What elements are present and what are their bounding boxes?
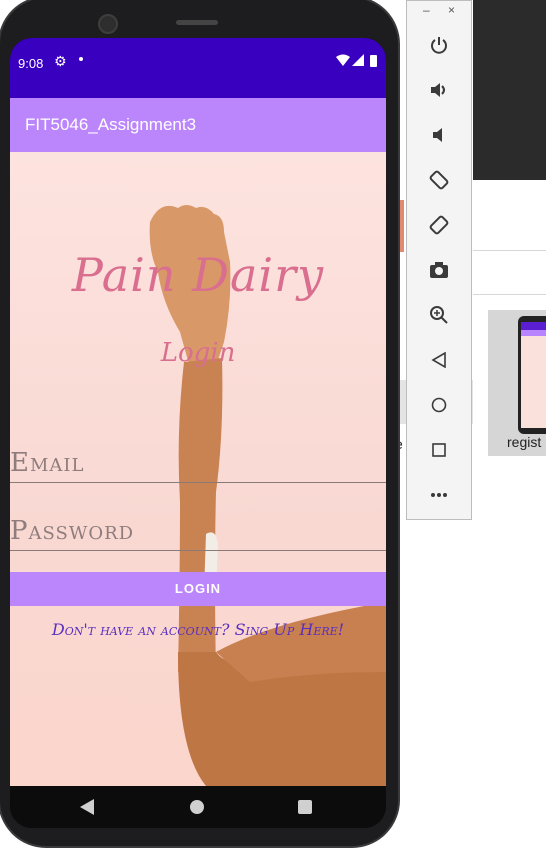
login-subheading: Login — [160, 338, 236, 368]
status-bar: 9:08 ⚙ — [10, 38, 386, 98]
nav-back-icon[interactable] — [80, 799, 94, 815]
password-placeholder: Password — [10, 516, 135, 546]
app-heading: Pain Dairy — [71, 248, 325, 302]
home-icon[interactable] — [407, 387, 471, 423]
thumbnail-label: regist — [507, 434, 542, 450]
app-bar: FIT5046_Assignment3 — [10, 98, 386, 152]
password-field[interactable]: Password — [10, 510, 386, 551]
app-title: FIT5046_Assignment3 — [25, 115, 197, 134]
nav-home-icon[interactable] — [190, 800, 204, 814]
desktop-background-light — [473, 180, 546, 848]
nav-overview-icon[interactable] — [298, 800, 312, 814]
email-placeholder: Email — [10, 448, 85, 478]
rotate-right-icon[interactable] — [407, 207, 471, 243]
volume-up-icon[interactable] — [407, 72, 471, 108]
earpiece — [176, 20, 218, 25]
login-content: Pain Dairy Login Email Password LOGIN Do… — [10, 152, 386, 786]
signal-icon — [352, 54, 364, 66]
rotate-left-icon[interactable] — [407, 162, 471, 198]
power-icon[interactable] — [407, 27, 471, 63]
emulator-toolbar: – × — [406, 0, 472, 520]
overview-icon[interactable] — [407, 432, 471, 468]
signup-link[interactable]: Don't have an account? Sing Up Here! — [10, 620, 386, 639]
email-field[interactable]: Email — [10, 442, 386, 483]
minimize-button[interactable]: – — [423, 3, 430, 17]
more-icon[interactable] — [407, 477, 471, 513]
volume-down-icon[interactable] — [407, 117, 471, 153]
login-button[interactable]: LOGIN — [10, 572, 386, 606]
desktop-background-dark — [473, 0, 546, 180]
desktop-divider — [473, 250, 546, 251]
back-icon[interactable] — [407, 342, 471, 378]
file-thumbnail[interactable]: regist — [488, 310, 546, 456]
settings-gear-icon: ⚙ — [54, 54, 67, 70]
wifi-icon — [336, 54, 350, 66]
notification-dot-icon — [79, 57, 83, 61]
battery-icon — [370, 55, 377, 67]
camera-icon[interactable] — [407, 252, 471, 288]
desktop-divider — [473, 294, 546, 295]
phone-screen: 9:08 ⚙ FIT5046_Assignment3 Pain Dairy Lo… — [10, 38, 386, 828]
front-camera — [98, 14, 118, 34]
close-button[interactable]: × — [448, 3, 455, 17]
thumbnail-image — [518, 316, 546, 434]
phone-frame: 9:08 ⚙ FIT5046_Assignment3 Pain Dairy Lo… — [0, 0, 400, 848]
zoom-icon[interactable] — [407, 297, 471, 333]
navigation-bar — [10, 786, 386, 828]
status-time: 9:08 — [18, 56, 44, 71]
